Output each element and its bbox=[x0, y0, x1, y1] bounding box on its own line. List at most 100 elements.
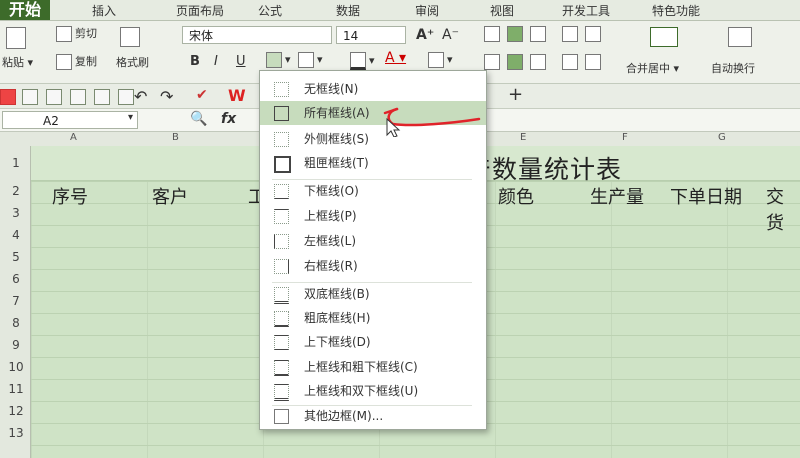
tab-formulas[interactable]: 公式 bbox=[258, 2, 282, 19]
row-header[interactable]: 8 bbox=[4, 316, 28, 330]
column-header[interactable]: B bbox=[172, 132, 179, 143]
row-header[interactable]: 13 bbox=[4, 426, 28, 440]
tab-insert[interactable]: 插入 bbox=[92, 2, 116, 19]
wps-icon[interactable]: W bbox=[228, 86, 246, 105]
row-header[interactable]: 1 bbox=[4, 156, 28, 170]
top-bottom-border-icon bbox=[274, 335, 289, 350]
copy-label: 复制 bbox=[75, 55, 97, 68]
menu-item-top-bottom-border[interactable]: 上下框线(D) bbox=[260, 330, 486, 354]
cell-style-button[interactable]: ▾ bbox=[298, 52, 323, 68]
export-icon[interactable] bbox=[94, 89, 110, 105]
app-icon[interactable] bbox=[0, 89, 16, 105]
column-header[interactable]: F bbox=[622, 132, 628, 143]
menu-item-thick-bottom-border[interactable]: 粗底框线(H) bbox=[260, 306, 486, 330]
all-borders-icon bbox=[274, 106, 289, 121]
cut-button[interactable]: 剪切 bbox=[56, 25, 97, 42]
bold-button[interactable]: B bbox=[190, 54, 200, 69]
more-borders-icon bbox=[274, 409, 289, 424]
print-preview-icon[interactable] bbox=[46, 89, 62, 105]
shrink-font-button[interactable]: A⁻ bbox=[442, 27, 459, 43]
tab-page-layout[interactable]: 页面布局 bbox=[176, 2, 224, 19]
indent-icon[interactable] bbox=[562, 26, 581, 42]
format-painter-icon[interactable] bbox=[120, 27, 143, 47]
outdent-icon[interactable] bbox=[585, 26, 604, 42]
fill-color-button[interactable]: ▾ bbox=[350, 52, 375, 70]
new-tab-icon[interactable]: + bbox=[508, 84, 523, 105]
undo-icon[interactable]: ↶ bbox=[134, 87, 147, 106]
wrap-text-button[interactable]: 自动换行 bbox=[711, 60, 755, 76]
redo-icon[interactable]: ↷ bbox=[160, 87, 173, 106]
column-header[interactable]: G bbox=[718, 132, 726, 143]
print-icon[interactable] bbox=[70, 89, 86, 105]
align-center-icon[interactable] bbox=[507, 54, 526, 70]
menu-item-double-bottom-border[interactable]: 双底框线(B) bbox=[260, 282, 486, 306]
row-header[interactable]: 2 bbox=[4, 184, 28, 198]
row-header[interactable]: 3 bbox=[4, 206, 28, 220]
font-name-select[interactable]: 宋体 bbox=[182, 26, 332, 44]
distribute-icon[interactable] bbox=[585, 54, 604, 70]
header-cell[interactable]: 颜色 bbox=[498, 183, 534, 209]
function-button[interactable]: fx bbox=[221, 111, 236, 127]
header-cell[interactable]: 交货 bbox=[766, 183, 800, 235]
align-left-icon[interactable] bbox=[484, 54, 503, 70]
font-color-button[interactable]: A ▾ bbox=[385, 50, 406, 66]
row-header[interactable]: 7 bbox=[4, 294, 28, 308]
align-bottom-icon[interactable] bbox=[530, 26, 549, 42]
row-header[interactable]: 9 bbox=[4, 338, 28, 352]
font-size-select[interactable]: 14 bbox=[336, 26, 406, 44]
row-header[interactable]: 5 bbox=[4, 250, 28, 264]
row-header[interactable]: 10 bbox=[4, 360, 28, 374]
tab-special[interactable]: 特色功能 bbox=[652, 2, 700, 19]
tab-developer[interactable]: 开发工具 bbox=[562, 2, 610, 19]
clear-format-button[interactable]: ▾ bbox=[428, 52, 453, 68]
preview-icon[interactable] bbox=[118, 89, 134, 105]
format-painter-button[interactable]: 格式刷 bbox=[116, 54, 149, 70]
column-header[interactable]: A bbox=[70, 132, 77, 143]
menu-item-right-border[interactable]: 右框线(R) bbox=[260, 254, 486, 278]
menu-item-top-double-bottom-border[interactable]: 上框线和双下框线(U) bbox=[260, 379, 486, 403]
thick-bottom-border-icon bbox=[274, 311, 289, 327]
paste-icon[interactable] bbox=[6, 27, 29, 49]
menu-item-top-border[interactable]: 上框线(P) bbox=[260, 204, 486, 228]
tab-data[interactable]: 数据 bbox=[336, 2, 360, 19]
grow-font-button[interactable]: A⁺ bbox=[416, 27, 434, 43]
align-middle-icon[interactable] bbox=[507, 26, 526, 42]
tab-home[interactable]: 开始 bbox=[0, 0, 50, 20]
paste-button[interactable]: 粘贴 ▾ bbox=[2, 54, 33, 70]
row-header-bar: 1 2 3 4 5 6 7 8 9 10 11 12 13 bbox=[0, 146, 31, 458]
menu-item-top-thick-bottom-border[interactable]: 上框线和粗下框线(C) bbox=[260, 355, 486, 379]
save-icon[interactable] bbox=[22, 89, 38, 105]
copy-button[interactable]: 复制 bbox=[56, 53, 97, 70]
merge-center-button[interactable]: 合并居中 ▾ bbox=[626, 60, 679, 76]
row-header[interactable]: 4 bbox=[4, 228, 28, 242]
underline-button[interactable]: U bbox=[236, 54, 246, 69]
tab-review[interactable]: 审阅 bbox=[415, 2, 439, 19]
menu-item-more-borders[interactable]: 其他边框(M)... bbox=[260, 404, 486, 428]
header-cell[interactable]: 序号 bbox=[52, 183, 88, 209]
row-header[interactable]: 12 bbox=[4, 404, 28, 418]
name-box-dropdown-icon[interactable]: ▾ bbox=[128, 112, 133, 123]
outside-borders-icon bbox=[274, 132, 289, 147]
align-right-icon[interactable] bbox=[530, 54, 549, 70]
menu-item-left-border[interactable]: 左框线(L) bbox=[260, 229, 486, 253]
italic-button[interactable]: I bbox=[214, 54, 218, 69]
row-header[interactable]: 11 bbox=[4, 382, 28, 396]
border-button[interactable]: ▾ bbox=[266, 52, 291, 68]
cut-label: 剪切 bbox=[75, 27, 97, 40]
justify-icon[interactable] bbox=[562, 54, 581, 70]
header-cell[interactable]: 生产量 bbox=[590, 183, 644, 209]
tab-view[interactable]: 视图 bbox=[490, 2, 514, 19]
header-cell[interactable]: 客户 bbox=[152, 183, 188, 209]
header-cell[interactable]: 下单日期 bbox=[670, 183, 742, 209]
menu-item-thick-box-border[interactable]: 粗匣框线(T) bbox=[260, 151, 486, 175]
zoom-icon[interactable]: 🔍 bbox=[190, 111, 207, 127]
column-header[interactable]: E bbox=[520, 132, 526, 143]
no-border-icon bbox=[274, 82, 289, 97]
menu-item-bottom-border[interactable]: 下框线(O) bbox=[260, 179, 486, 203]
align-top-icon[interactable] bbox=[484, 26, 503, 42]
wrap-text-icon[interactable] bbox=[728, 27, 755, 47]
row-header[interactable]: 6 bbox=[4, 272, 28, 286]
name-box[interactable]: A2 bbox=[2, 111, 138, 129]
pin-icon[interactable]: ✔ bbox=[196, 87, 208, 103]
merge-center-icon[interactable] bbox=[650, 27, 681, 47]
